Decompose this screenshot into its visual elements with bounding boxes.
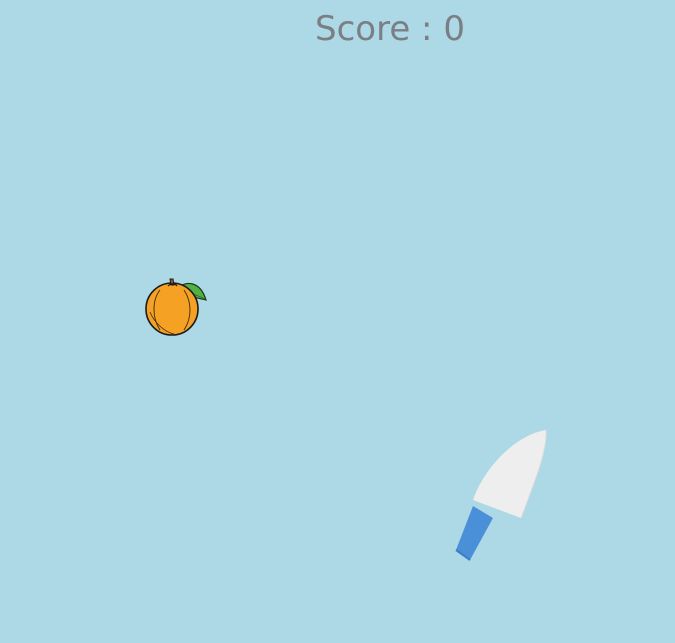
score-label: Score xyxy=(315,9,411,49)
score-value: 0 xyxy=(443,9,465,49)
score-separator: : xyxy=(410,9,444,49)
orange-fruit[interactable] xyxy=(140,272,215,342)
knife-blade[interactable] xyxy=(450,422,555,570)
score-display: Score : 0 xyxy=(0,9,675,49)
game-canvas[interactable]: Score : 0 xyxy=(0,0,675,643)
